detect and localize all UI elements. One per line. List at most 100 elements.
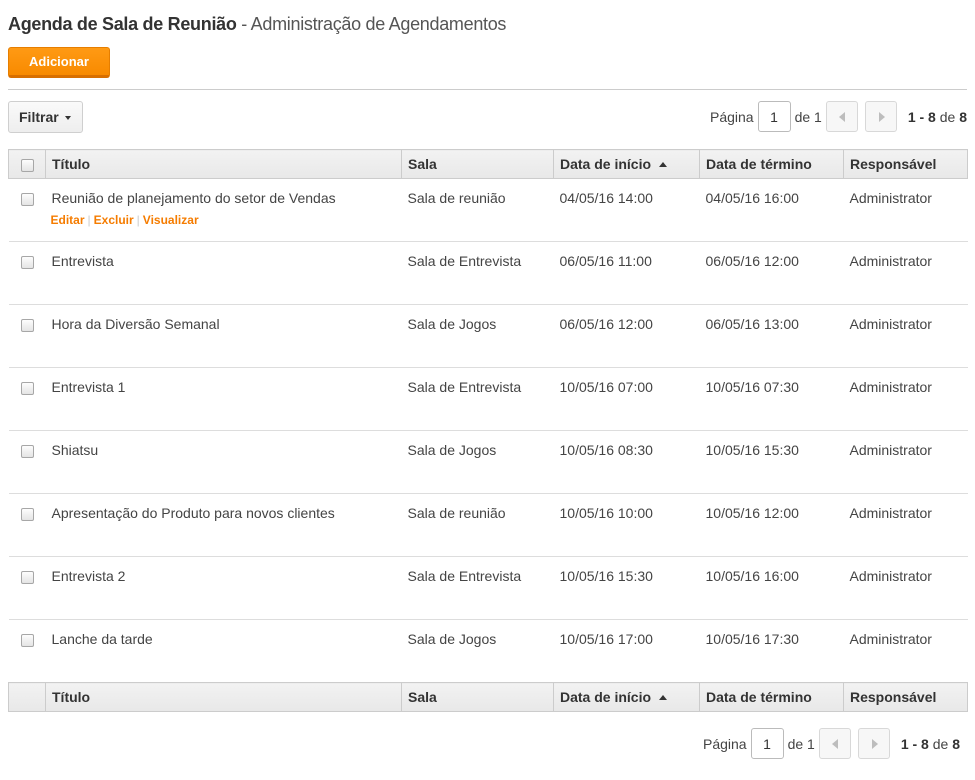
row-checkbox[interactable]	[20, 633, 34, 647]
column-header-start-label: Data de início	[560, 156, 652, 172]
row-checkbox[interactable]	[20, 381, 34, 395]
table-row[interactable]: Entrevista Sala de Entrevista 06/05/16 1…	[8, 241, 968, 305]
row-owner: Administrator	[843, 493, 968, 557]
row-start: 10/05/16 10:00	[553, 493, 700, 557]
row-end: 10/05/16 17:30	[705, 631, 799, 647]
footer-column-end[interactable]: Data de término	[699, 682, 844, 712]
footer-column-owner[interactable]: Responsável	[843, 682, 968, 712]
row-checkbox[interactable]	[20, 192, 34, 206]
footer-column-start[interactable]: Data de início	[553, 682, 700, 712]
range-of: de	[928, 735, 953, 752]
view-link[interactable]: Visualizar	[143, 213, 199, 227]
row-owner: Administrator	[843, 304, 968, 368]
table-row[interactable]: Lanche da tarde Sala de Jogos 10/05/16 1…	[9, 620, 968, 683]
table-header: Título Sala Data de início Data de térmi…	[8, 149, 968, 179]
next-page-icon	[878, 112, 885, 122]
row-end: 10/05/16 16:00	[699, 556, 844, 620]
row-end: 04/05/16 16:00	[699, 178, 844, 242]
row-room: Sala de Entrevista	[401, 241, 554, 305]
sort-ascending-icon	[659, 161, 668, 167]
filter-button[interactable]: Filtrar	[8, 101, 83, 133]
prev-page-icon	[838, 112, 845, 122]
row-owner: Administrator	[843, 241, 968, 305]
page-label: Página	[709, 108, 754, 125]
row-room: Sala de reunião	[401, 493, 554, 557]
range-start-end: 1 - 8	[900, 735, 929, 752]
prev-page-button[interactable]	[825, 101, 858, 132]
column-header-start[interactable]: Data de início	[553, 149, 700, 179]
row-room: Sala de Jogos	[401, 430, 554, 494]
row-room: Sala de reunião	[401, 178, 554, 242]
row-start: 06/05/16 12:00	[553, 304, 700, 368]
pager-bottom: Página de 1 1 - 8 de 8	[703, 728, 960, 759]
table-row[interactable]: Entrevista 2 Sala de Entrevista 10/05/16…	[8, 556, 968, 620]
page-count: de 1	[787, 735, 815, 752]
row-start: 10/05/16 07:00	[553, 367, 700, 431]
row-end: 06/05/16 13:00	[699, 304, 844, 368]
page-number-input[interactable]	[757, 101, 791, 132]
column-header-title[interactable]: Título	[45, 149, 402, 179]
row-checkbox[interactable]	[20, 507, 34, 521]
row-checkbox[interactable]	[20, 570, 34, 584]
table-row[interactable]: Shiatsu Sala de Jogos 10/05/16 08:30 10/…	[8, 430, 968, 494]
footer-empty-cell	[8, 682, 46, 712]
row-end: 10/05/16 12:00	[699, 493, 844, 557]
footer-column-room[interactable]: Sala	[401, 682, 554, 712]
sort-ascending-icon	[659, 694, 668, 700]
row-title: Apresentação do Produto para novos clien…	[45, 493, 402, 557]
range-start-end: 1 - 8	[907, 108, 936, 125]
select-all-checkbox[interactable]	[20, 158, 34, 172]
column-header-owner[interactable]: Responsável	[843, 149, 968, 179]
page-subtitle: Administração de Agendamentos	[250, 14, 507, 34]
footer-column-title[interactable]: Título	[45, 682, 402, 712]
prev-page-button[interactable]	[818, 728, 851, 759]
row-owner: Administrator	[843, 178, 968, 242]
row-title: Entrevista	[45, 241, 402, 305]
table-row[interactable]: Apresentação do Produto para novos clien…	[8, 493, 968, 557]
row-actions: Editar | Excluir | Visualizar	[51, 213, 402, 227]
row-title: Entrevista 2	[45, 556, 402, 620]
select-all-cell	[8, 149, 46, 179]
row-owner: Administrator	[843, 367, 968, 431]
pager-top: Página de 1 1 - 8 de 8	[710, 101, 967, 132]
row-end: 10/05/16 07:30	[699, 367, 844, 431]
column-header-room[interactable]: Sala	[401, 149, 554, 179]
filter-label: Filtrar	[19, 109, 59, 125]
page-title-main: Agenda de Sala de Reunião	[8, 14, 237, 34]
table-footer-header: Título Sala Data de início Data de térmi…	[8, 682, 968, 712]
row-checkbox[interactable]	[20, 318, 34, 332]
row-start: 04/05/16 14:00	[553, 178, 700, 242]
row-title: Hora da Diversão Semanal	[45, 304, 402, 368]
next-page-button[interactable]	[857, 728, 890, 759]
record-range: 1 - 8 de 8	[908, 109, 967, 125]
next-page-button[interactable]	[864, 101, 897, 132]
row-owner: Administrator	[849, 631, 932, 647]
delete-link[interactable]: Excluir	[94, 213, 134, 227]
row-room: Sala de Jogos	[401, 304, 554, 368]
row-title: Reunião de planejamento do setor de Vend…	[51, 190, 336, 206]
row-checkbox[interactable]	[20, 444, 34, 458]
table-row[interactable]: Entrevista 1 Sala de Entrevista 10/05/16…	[8, 367, 968, 431]
page-number-input[interactable]	[750, 728, 784, 759]
row-end: 06/05/16 12:00	[699, 241, 844, 305]
row-room: Sala de Entrevista	[401, 556, 554, 620]
range-total: 8	[952, 735, 960, 752]
page-title-separator: -	[236, 14, 251, 34]
table-footer: Título Sala Data de início Data de térmi…	[8, 682, 968, 712]
next-page-icon	[871, 739, 878, 749]
row-start: 10/05/16 17:00	[559, 631, 653, 647]
divider	[8, 89, 967, 90]
column-header-end[interactable]: Data de término	[699, 149, 844, 179]
page-title: Agenda de Sala de Reunião - Administraçã…	[8, 14, 506, 35]
caret-down-icon	[65, 116, 71, 120]
table-row[interactable]: Reunião de planejamento do setor de Vend…	[8, 178, 968, 242]
page-label: Página	[702, 735, 747, 752]
add-button[interactable]: Adicionar	[8, 47, 110, 78]
record-range: 1 - 8 de 8	[901, 736, 960, 752]
row-title: Entrevista 1	[45, 367, 402, 431]
row-checkbox[interactable]	[20, 255, 34, 269]
range-of: de	[935, 108, 960, 125]
row-end: 10/05/16 15:30	[699, 430, 844, 494]
table-row[interactable]: Hora da Diversão Semanal Sala de Jogos 0…	[8, 304, 968, 368]
edit-link[interactable]: Editar	[51, 213, 85, 227]
